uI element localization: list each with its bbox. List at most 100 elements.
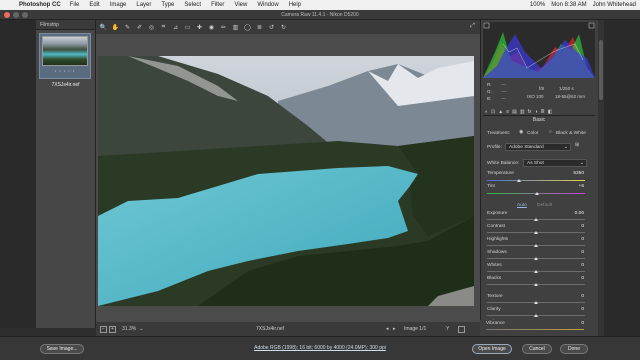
auto-button[interactable]: Auto — [517, 203, 527, 208]
profile-browser-icon[interactable]: ⊞ — [575, 143, 579, 148]
radio-bw-icon[interactable]: ○ — [549, 130, 552, 135]
blacks-slider-handle[interactable] — [534, 283, 538, 286]
menu-type[interactable]: Type — [161, 2, 174, 8]
menu-image[interactable]: Image — [110, 2, 127, 8]
scrollbar-thumb[interactable] — [599, 40, 603, 100]
zoom-level[interactable]: 31.3% — [122, 326, 136, 332]
rotate-ccw-icon[interactable]: ↺ — [268, 24, 275, 31]
before-after-toggle[interactable]: Y — [446, 326, 449, 332]
whites-slider-handle[interactable] — [534, 270, 538, 273]
shadows-slider-handle[interactable] — [534, 257, 538, 260]
menu-window[interactable]: Window — [257, 2, 278, 8]
dialog-footer: Save Image... Adobe RGB (1998); 16 bit; … — [0, 336, 640, 360]
adjustment-brush-icon[interactable]: ✏ — [220, 24, 227, 31]
tint-slider-handle[interactable] — [535, 192, 539, 195]
clarity-label: Clarity — [487, 307, 501, 312]
highlights-slider-handle[interactable] — [534, 244, 538, 247]
spot-removal-tool-icon[interactable]: ✚ — [196, 24, 203, 31]
shadows-value[interactable]: 0 — [581, 250, 584, 255]
menu-select[interactable]: Select — [184, 2, 201, 8]
close-window-button[interactable] — [4, 12, 10, 18]
temperature-slider-handle[interactable] — [517, 179, 521, 182]
profile-select[interactable]: Adobe Standard ⌄ — [505, 143, 571, 151]
effects-tab-icon[interactable]: fx — [528, 109, 532, 115]
zoom-window-button[interactable] — [22, 12, 28, 18]
cancel-button[interactable]: Cancel — [522, 344, 552, 354]
presets-tab-icon[interactable]: ≣ — [541, 109, 545, 115]
menu-help[interactable]: Help — [289, 2, 301, 8]
radial-filter-icon[interactable]: ◯ — [244, 24, 251, 31]
texture-slider-handle[interactable] — [534, 301, 538, 304]
chevron-down-icon[interactable]: ⌄ — [139, 326, 143, 332]
prev-image-button[interactable]: ◂ — [386, 326, 389, 332]
fullscreen-icon[interactable]: ⤢ — [469, 23, 476, 30]
adjustment-panel: R: --- G: --- B: --- f/8 1/250 s ISO 100 18… — [480, 20, 598, 336]
menu-view[interactable]: View — [234, 2, 247, 8]
split-toning-tab-icon[interactable]: ▤ — [512, 109, 517, 115]
highlights-value[interactable]: 0 — [581, 237, 584, 242]
image-canvas[interactable] — [96, 34, 480, 322]
menu-filter[interactable]: Filter — [211, 2, 224, 8]
filmstrip-thumbnail[interactable]: • • • • • — [39, 33, 91, 79]
zoom-in-button[interactable]: + — [109, 325, 116, 333]
workflow-options-link[interactable]: Adobe RGB (1998); 16 bit; 6000 by 4000 (… — [240, 345, 400, 351]
clarity-slider-handle[interactable] — [534, 314, 538, 317]
contrast-value[interactable]: 0 — [581, 224, 584, 229]
white-balance-value: As Shot — [527, 161, 544, 166]
snapshots-tab-icon[interactable]: ◧ — [548, 109, 553, 115]
temperature-label: Temperature — [487, 171, 514, 176]
crop-tool-icon[interactable]: ⌗ — [160, 24, 167, 31]
tone-curve-tab-icon[interactable]: ⊡ — [491, 109, 495, 115]
contrast-slider-handle[interactable] — [534, 231, 538, 234]
tint-value[interactable]: +6 — [579, 184, 584, 189]
vibrance-value[interactable]: 0 — [581, 321, 584, 326]
done-button[interactable]: Done — [560, 344, 588, 354]
targeted-adjustment-tool-icon[interactable]: ◎ — [148, 24, 155, 31]
before-after-icon[interactable] — [458, 325, 465, 333]
calibration-tab-icon[interactable]: ◑ — [534, 109, 537, 115]
texture-value[interactable]: 0 — [581, 294, 584, 299]
minimize-window-button[interactable] — [13, 12, 19, 18]
default-button[interactable]: Default — [537, 203, 552, 208]
rotate-cw-icon[interactable]: ↻ — [280, 24, 287, 31]
temperature-value[interactable]: 5350 — [573, 171, 584, 176]
battery-percent: 100% — [529, 2, 546, 8]
red-eye-tool-icon[interactable]: ◉ — [208, 24, 215, 31]
radio-color-icon[interactable]: ◉ — [519, 130, 523, 135]
color-sampler-tool-icon[interactable]: ✐ — [136, 24, 143, 31]
vibrance-row: Vibrance 0 — [480, 320, 598, 336]
exposure-value[interactable]: 0.00 — [575, 211, 584, 216]
rating-stars[interactable]: • • • • • — [42, 68, 88, 73]
treatment-color[interactable]: Color — [527, 131, 538, 136]
whites-value[interactable]: 0 — [581, 263, 584, 268]
open-image-button[interactable]: Open Image — [472, 344, 512, 354]
white-balance-tool-icon[interactable]: ✎ — [124, 24, 131, 31]
menu-edit[interactable]: Edit — [89, 2, 99, 8]
white-balance-select[interactable]: As Shot ⌄ — [523, 159, 587, 167]
blacks-value[interactable]: 0 — [581, 276, 584, 281]
clarity-value[interactable]: 0 — [581, 307, 584, 312]
hsl-tab-icon[interactable]: ≡ — [506, 109, 509, 115]
zoom-tool-icon[interactable]: 🔍 — [100, 24, 107, 31]
treatment-bw[interactable]: Black & White — [556, 131, 586, 136]
left-background — [0, 20, 36, 328]
detail-tab-icon[interactable]: ▲ — [498, 109, 503, 115]
next-image-button[interactable]: ▸ — [393, 326, 396, 332]
menu-layer[interactable]: Layer — [136, 2, 151, 8]
basic-tab-icon[interactable]: ◐ — [485, 109, 488, 115]
straighten-tool-icon[interactable]: ⊿ — [172, 24, 179, 31]
hand-tool-icon[interactable]: ✋ — [112, 24, 119, 31]
vibrance-slider[interactable] — [486, 329, 584, 330]
menu-file[interactable]: File — [70, 2, 80, 8]
preferences-icon[interactable]: ≣ — [256, 24, 263, 31]
transform-tool-icon[interactable]: ▭ — [184, 24, 191, 31]
menu-app-name[interactable]: Photoshop CC — [19, 2, 61, 8]
zoom-out-button[interactable]: − — [100, 325, 107, 333]
graduated-filter-icon[interactable]: ▥ — [232, 24, 239, 31]
user-name[interactable]: John Whitehead — [593, 2, 636, 8]
save-image-button[interactable]: Save Image... — [40, 344, 84, 354]
lens-tab-icon[interactable]: ▥ — [520, 109, 525, 115]
exposure-slider-handle[interactable] — [534, 218, 538, 221]
iso: ISO 100 — [527, 94, 544, 99]
temperature-slider[interactable] — [487, 180, 585, 181]
